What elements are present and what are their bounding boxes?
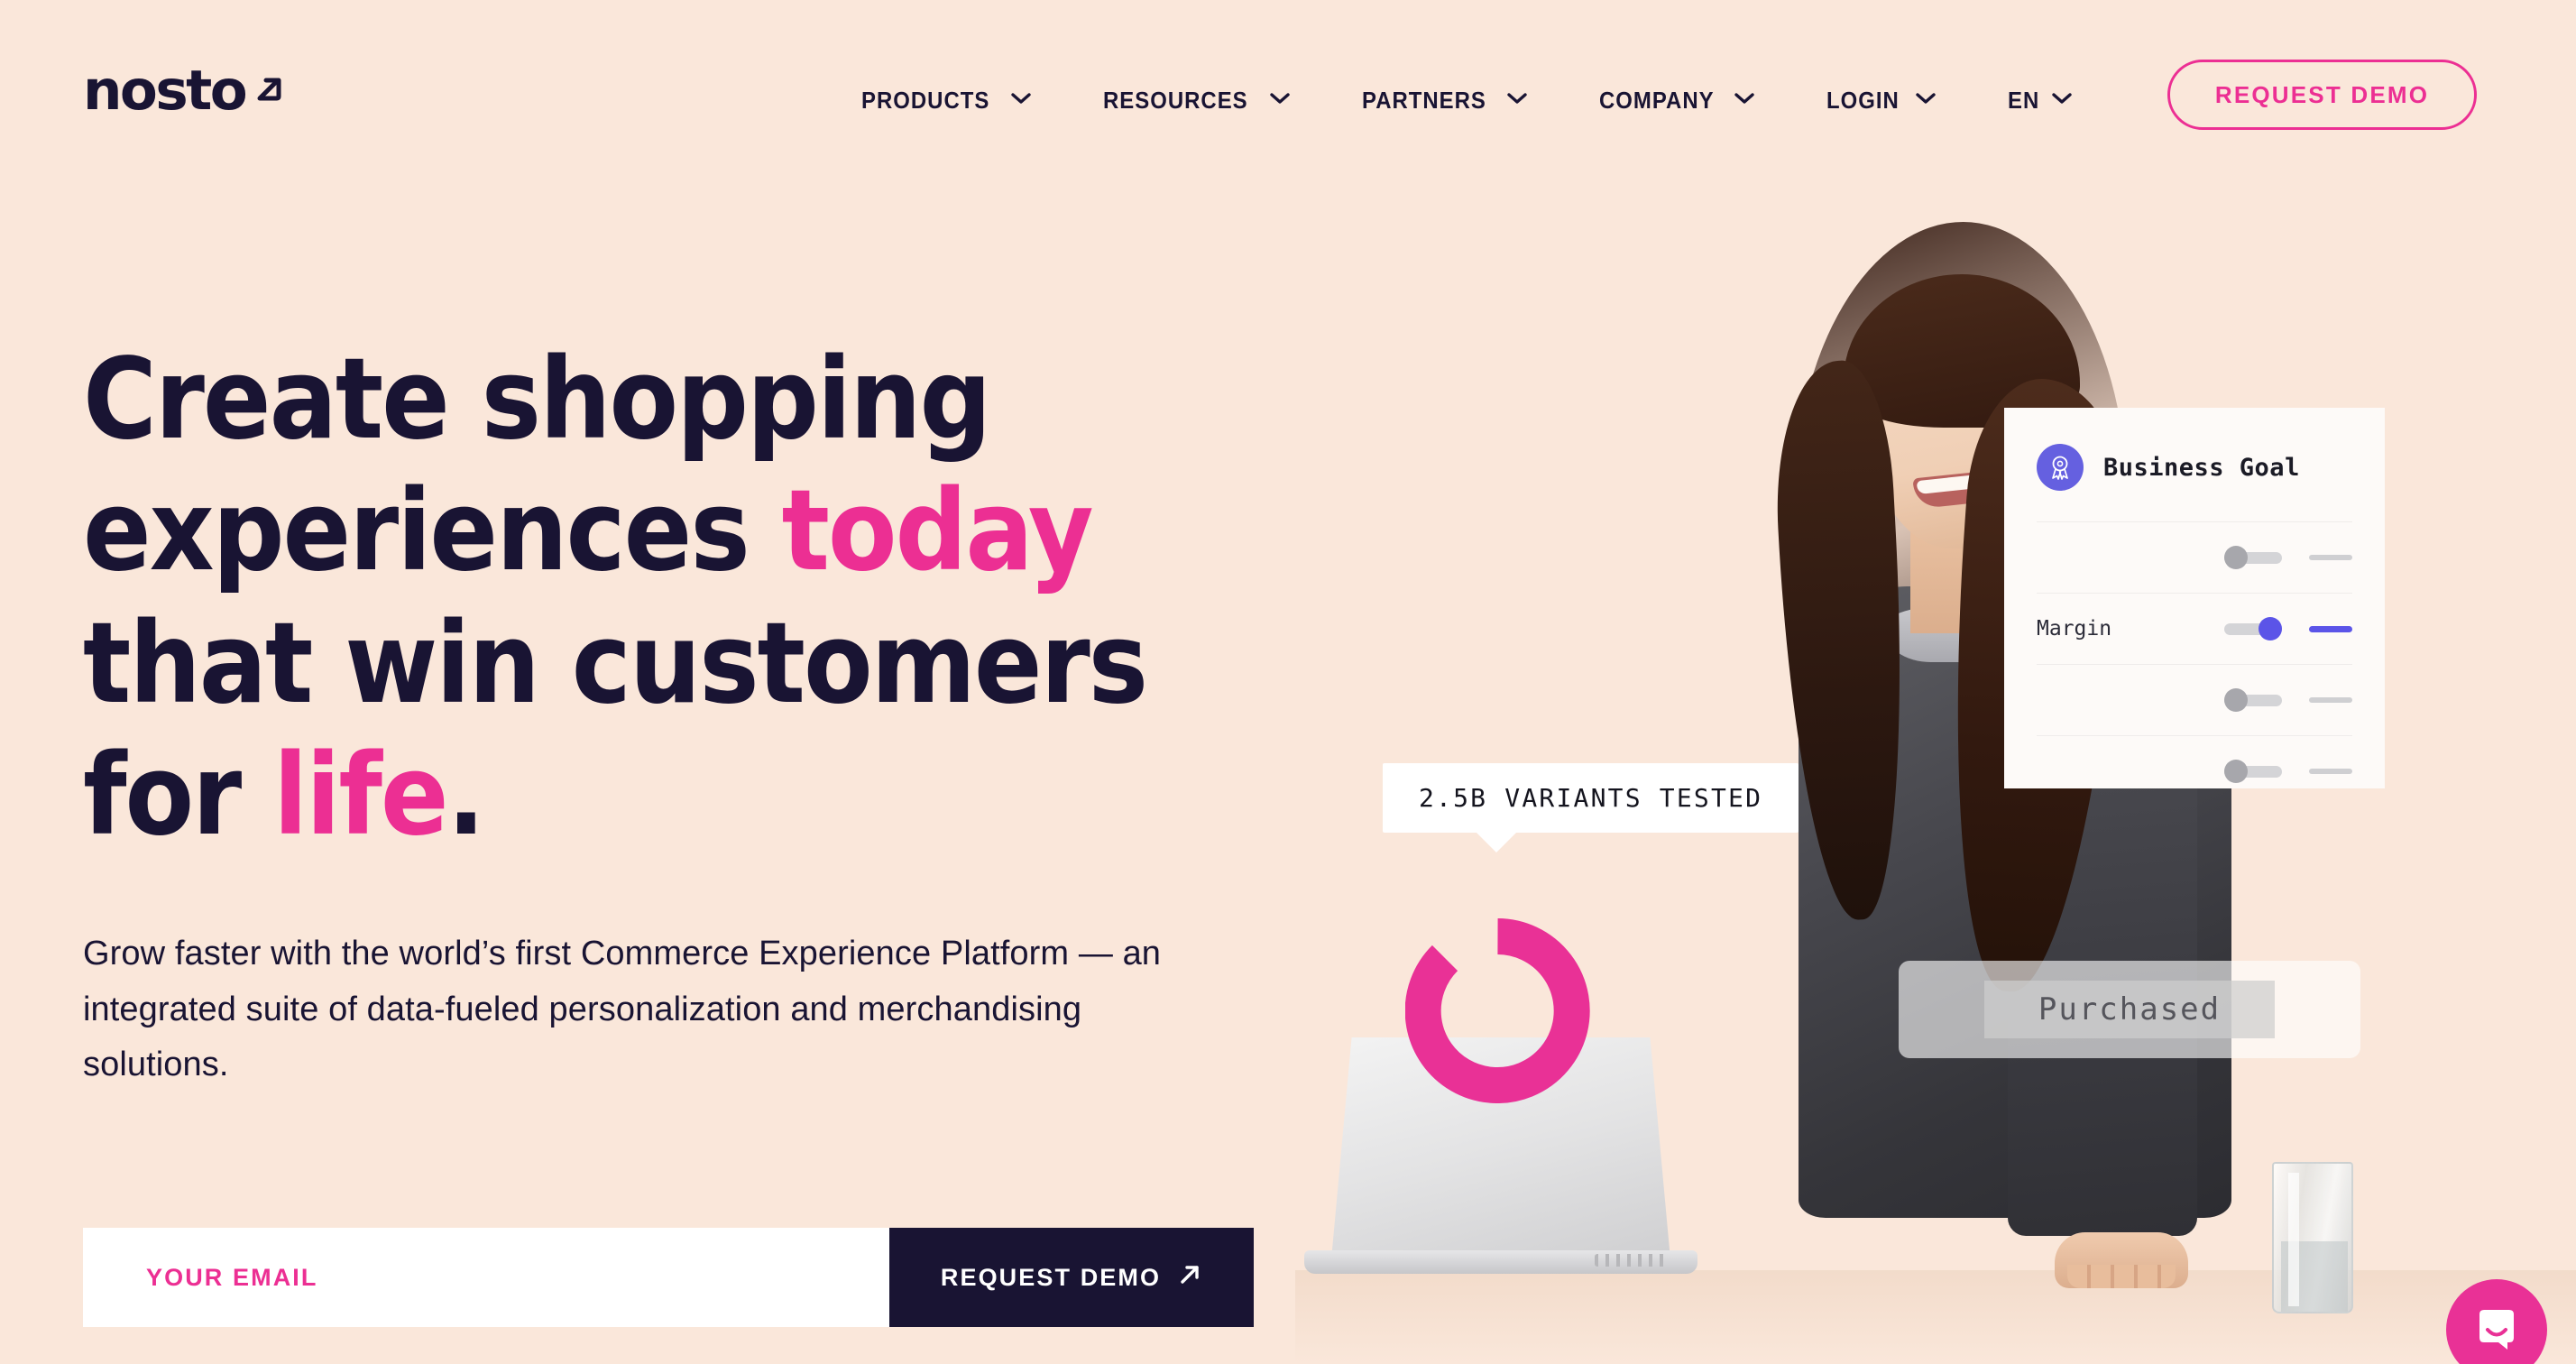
chevron-down-icon: [1270, 92, 1291, 109]
variants-tested-tooltip: 2.5B VARIANTS TESTED: [1383, 763, 1799, 852]
goal-row[interactable]: [2037, 521, 2352, 593]
nav-item-login[interactable]: Login: [1826, 87, 1936, 115]
goal-row-toggle[interactable]: [2224, 688, 2282, 712]
goal-row-label: Margin: [2037, 617, 2112, 641]
laptop-ports: [1595, 1254, 1667, 1267]
chevron-down-icon: [1916, 92, 1936, 109]
water-glass: [2272, 1162, 2353, 1313]
purchased-badge: Purchased: [1899, 961, 2360, 1058]
hero-signup-form: Request Demo: [83, 1228, 1254, 1327]
nav-item-company[interactable]: Company: [1599, 87, 1754, 115]
hero-page: nosto Products Resources: [0, 0, 2576, 1364]
nav-item-label: Company: [1599, 87, 1715, 114]
headline-line-1: Create shopping: [83, 335, 991, 465]
toggle-knob: [2224, 760, 2248, 783]
hero-subcopy: Grow faster with the world’s first Comme…: [83, 935, 1162, 1084]
goal-row[interactable]: [2037, 664, 2352, 735]
hero-request-demo-button[interactable]: Request Demo: [889, 1228, 1254, 1327]
purchased-label: Purchased: [1983, 981, 2276, 1038]
goal-row-value-bar: [2309, 697, 2352, 703]
hero-copy: Create shopping experiences today that w…: [83, 334, 1274, 1093]
nav-item-products[interactable]: Products: [861, 87, 1031, 115]
nav-item-resources[interactable]: Resources: [1103, 87, 1291, 115]
arrow-up-right-icon: [251, 69, 289, 112]
chevron-down-icon: [1011, 92, 1031, 109]
language-label: EN: [2007, 87, 2039, 114]
photo-hand: [2055, 1232, 2188, 1288]
chevron-down-icon: [1507, 92, 1527, 109]
headline-accent-life: life: [273, 730, 449, 861]
language-selector[interactable]: EN: [2008, 87, 2072, 115]
nav-item-label: Partners: [1362, 87, 1487, 114]
goal-row-margin[interactable]: Margin: [2037, 593, 2352, 664]
toggle-knob: [2224, 546, 2248, 569]
business-goal-title: Business Goal: [2103, 453, 2300, 482]
business-goal-rows: Margin: [2037, 521, 2352, 806]
business-goal-card: Business Goal Margin: [2004, 408, 2385, 788]
nav-item-partners[interactable]: Partners: [1362, 87, 1527, 115]
chevron-down-icon: [2052, 92, 2072, 109]
chat-bubble-icon: [2470, 1302, 2523, 1359]
arrow-up-right-icon: [1177, 1262, 1202, 1294]
tooltip-tail: [1477, 833, 1516, 852]
hero-request-demo-label: Request Demo: [940, 1263, 1162, 1291]
goal-row-value-bar: [2309, 769, 2352, 774]
header-request-demo-button[interactable]: Request Demo: [2167, 60, 2477, 130]
award-ribbon-icon: [2037, 444, 2084, 491]
logo-wordmark: nosto: [83, 59, 248, 123]
nav-item-label: Products: [861, 87, 990, 114]
business-goal-header: Business Goal: [2037, 444, 2352, 491]
chevron-down-icon: [1734, 92, 1754, 109]
headline-line-4: for: [83, 730, 273, 861]
site-header: nosto Products Resources: [0, 0, 2576, 180]
variants-tested-label: 2.5B VARIANTS TESTED: [1383, 763, 1799, 833]
headline-line-3: that win customers: [83, 598, 1148, 729]
site-logo[interactable]: nosto: [83, 63, 289, 118]
toggle-knob: [2259, 617, 2282, 641]
goal-row-toggle[interactable]: [2224, 546, 2282, 569]
goal-row-value-bar: [2309, 555, 2352, 560]
headline-period: .: [446, 730, 485, 861]
email-input[interactable]: [83, 1228, 889, 1327]
headline-line-2: experiences: [83, 466, 782, 597]
nav-item-label: Login: [1826, 87, 1900, 114]
primary-nav: Products Resources Partners Company: [861, 87, 2126, 115]
page-title: Create shopping experiences today that w…: [83, 334, 1274, 862]
headline-accent-today: today: [781, 466, 1094, 597]
goal-row-value-bar: [2309, 625, 2352, 632]
goal-row-toggle[interactable]: [2224, 617, 2282, 641]
toggle-knob: [2224, 688, 2248, 712]
loading-spinner-icon: [1404, 918, 1590, 1103]
goal-row[interactable]: [2037, 735, 2352, 806]
goal-row-toggle[interactable]: [2224, 760, 2282, 783]
nav-item-label: Resources: [1102, 87, 1248, 114]
